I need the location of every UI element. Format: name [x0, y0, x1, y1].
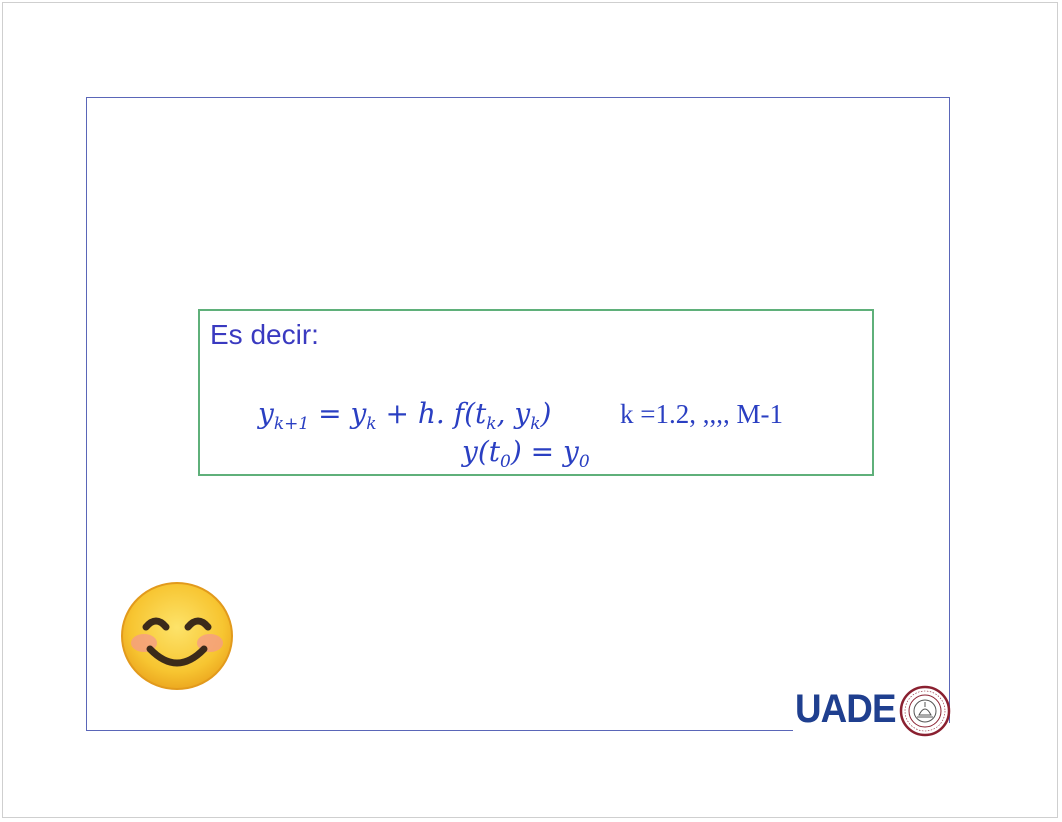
index-range-condition: k =1.2, ,,,, M-1	[620, 399, 783, 429]
logo-wordmark: UADE	[795, 687, 897, 731]
initial-condition-equation: y(t0) = y0	[462, 435, 590, 472]
recurrence-equation: yk+1 = yk + h. f(tk, yk)	[258, 397, 552, 434]
formula-box: Es decir: yk+1 = yk + h. f(tk, yk) k =1.…	[198, 309, 874, 476]
box-heading: Es decir:	[210, 319, 319, 350]
smiling-face-icon	[121, 582, 233, 690]
university-seal-icon	[899, 685, 951, 737]
uade-logo: UADE	[795, 683, 957, 739]
page: Es decir: yk+1 = yk + h. f(tk, yk) k =1.…	[2, 2, 1058, 818]
